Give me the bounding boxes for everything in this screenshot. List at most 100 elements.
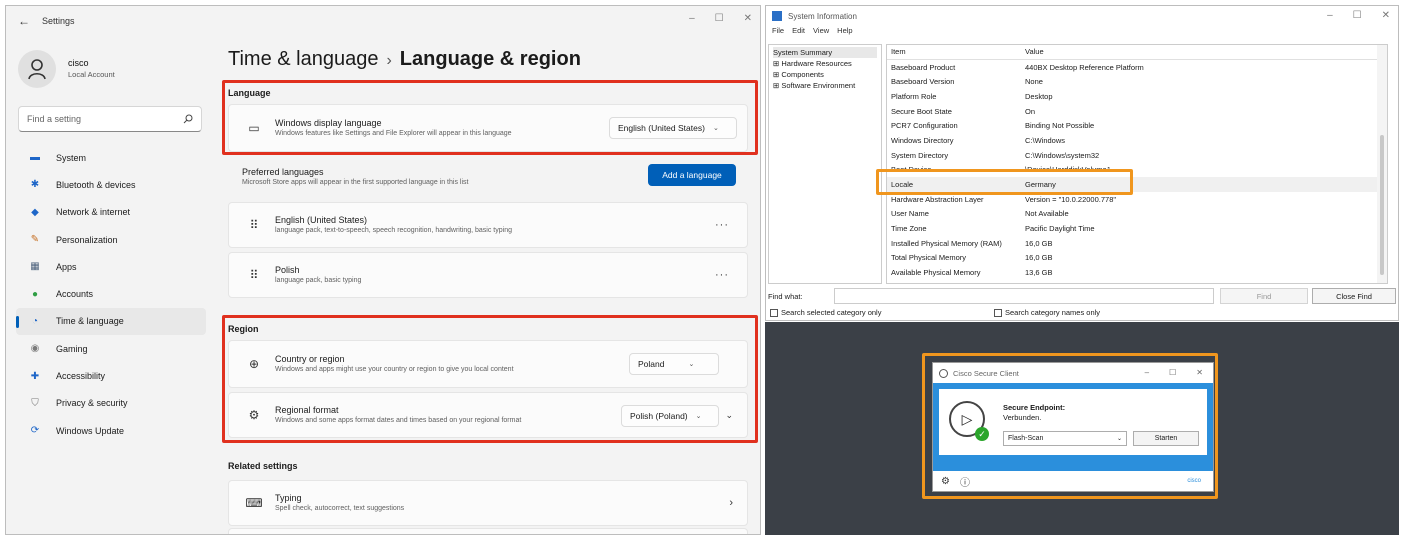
search-input[interactable]: Find a setting bbox=[18, 106, 202, 132]
language-item-polish[interactable]: ⠿ Polish language pack, basic typing ··· bbox=[228, 252, 748, 298]
sidebar-item-accounts[interactable]: ● Accounts bbox=[16, 280, 206, 307]
breadcrumb-parent[interactable]: Time & language bbox=[228, 48, 378, 70]
minimize-button[interactable]: – bbox=[689, 13, 695, 24]
breadcrumb-separator: › bbox=[386, 52, 392, 69]
more-options-icon[interactable]: ··· bbox=[715, 269, 729, 281]
table-row[interactable]: Total Physical Memory 16,0 GB bbox=[887, 251, 1387, 266]
minimize-button[interactable]: – bbox=[1327, 10, 1333, 21]
user-icon bbox=[28, 59, 46, 80]
maximize-button[interactable]: ☐ bbox=[1353, 10, 1362, 21]
table-row[interactable]: User Name Not Available bbox=[887, 207, 1387, 222]
cisco-footer: ⚙ ⓘ cisco bbox=[933, 471, 1213, 491]
nav-icon: ⛉ bbox=[31, 397, 39, 409]
sidebar-item-gaming[interactable]: ◉ Gaming bbox=[16, 335, 206, 362]
gear-icon[interactable]: ⚙ bbox=[941, 476, 950, 487]
find-what-input[interactable] bbox=[834, 288, 1214, 304]
sidebar-item-label: Apps bbox=[56, 261, 77, 272]
nav-icon: ▬ bbox=[30, 152, 40, 164]
settings-window: ← Settings – ☐ ✕ cisco Local Account Fin… bbox=[5, 5, 761, 535]
start-scan-button[interactable]: Starten bbox=[1133, 431, 1199, 446]
table-row[interactable]: PCR7 Configuration Binding Not Possible bbox=[887, 118, 1387, 133]
checkbox-box[interactable] bbox=[770, 308, 778, 317]
maximize-button[interactable]: ☐ bbox=[715, 13, 724, 24]
row-item: Total Physical Memory bbox=[891, 253, 967, 263]
highlight-locale-box bbox=[876, 169, 1133, 195]
sidebar-item-label: Bluetooth & devices bbox=[56, 179, 136, 190]
table-row[interactable]: Secure Boot State On bbox=[887, 104, 1387, 119]
sysinfo-scrollbar[interactable] bbox=[1377, 45, 1387, 283]
tree-item-components[interactable]: ⊞ Components bbox=[773, 69, 877, 80]
nav-icon: ● bbox=[31, 288, 39, 300]
nav-icon: ✚ bbox=[30, 370, 40, 382]
language-item-english[interactable]: ⠿ English (United States) language pack,… bbox=[228, 202, 748, 248]
connected-check-icon: ✓ bbox=[975, 427, 989, 441]
menu-file[interactable]: File bbox=[772, 26, 784, 40]
sidebar-item-accessibility[interactable]: ✚ Accessibility bbox=[16, 362, 206, 389]
typing-card[interactable]: ⌨ Typing Spell check, autocorrect, text … bbox=[228, 480, 748, 526]
row-value: On bbox=[1025, 106, 1036, 116]
column-value[interactable]: Value bbox=[1025, 47, 1387, 56]
cisco-app-icon bbox=[939, 368, 948, 378]
drag-handle-icon[interactable]: ⠿ bbox=[243, 268, 265, 282]
tree-item-system-summary[interactable]: System Summary bbox=[773, 47, 877, 58]
find-button[interactable]: Find bbox=[1220, 288, 1308, 304]
more-options-icon[interactable]: ··· bbox=[715, 219, 729, 231]
menu-edit[interactable]: Edit bbox=[792, 26, 805, 40]
menu-view[interactable]: View bbox=[813, 26, 829, 40]
close-button[interactable]: ✕ bbox=[1382, 10, 1390, 21]
add-language-button[interactable]: Add a language bbox=[648, 164, 736, 186]
sysinfo-table: Item Value Baseboard Product 440BX Deskto… bbox=[886, 44, 1388, 284]
user-profile[interactable]: cisco Local Account bbox=[18, 50, 115, 88]
cisco-title: Cisco Secure Client bbox=[953, 368, 1019, 378]
row-value: None bbox=[1025, 77, 1043, 87]
table-row[interactable]: Installed Physical Memory (RAM) 16,0 GB bbox=[887, 236, 1387, 251]
close-find-button[interactable]: Close Find bbox=[1312, 288, 1396, 304]
sidebar-item-privacy-security[interactable]: ⛉ Privacy & security bbox=[16, 390, 206, 417]
secure-endpoint-heading: Secure Endpoint: bbox=[1003, 403, 1066, 412]
scan-type-select[interactable]: Flash-Scan ⌄ bbox=[1003, 431, 1127, 446]
close-button[interactable]: ✕ bbox=[1196, 368, 1203, 377]
sysinfo-window-controls: – ☐ ✕ bbox=[1327, 10, 1390, 21]
preferred-languages-title: Preferred languages bbox=[242, 167, 324, 177]
info-icon[interactable]: ⓘ bbox=[960, 474, 970, 489]
back-arrow-icon[interactable]: ← bbox=[18, 14, 30, 28]
nav-icon: ✎ bbox=[30, 234, 40, 246]
page-title: Time & language › Language & region bbox=[228, 48, 581, 71]
nav-icon: ▦ bbox=[30, 261, 40, 273]
close-button[interactable]: ✕ bbox=[744, 13, 752, 24]
menu-help[interactable]: Help bbox=[837, 26, 852, 40]
table-row[interactable]: Baseboard Product 440BX Desktop Reference… bbox=[887, 60, 1387, 75]
sidebar-item-system[interactable]: ▬ System bbox=[16, 144, 206, 171]
sidebar-item-time-language[interactable]: ◔ Time & language bbox=[16, 307, 206, 336]
sidebar-item-network-internet[interactable]: ◆ Network & internet bbox=[16, 199, 206, 226]
scan-type-value: Flash-Scan bbox=[1008, 435, 1044, 442]
settings-window-controls: – ☐ ✕ bbox=[689, 13, 752, 24]
scrollbar-thumb[interactable] bbox=[1380, 135, 1384, 275]
sidebar-item-personalization[interactable]: ✎ Personalization bbox=[16, 226, 206, 253]
sidebar-item-bluetooth-devices[interactable]: ✱ Bluetooth & devices bbox=[16, 171, 206, 198]
search-category-names-checkbox[interactable]: Search category names only bbox=[994, 308, 1100, 317]
table-row[interactable]: Platform Role Desktop bbox=[887, 89, 1387, 104]
sidebar-item-label: Personalization bbox=[56, 234, 118, 245]
row-item: PCR7 Configuration bbox=[891, 121, 958, 131]
sidebar-item-apps[interactable]: ▦ Apps bbox=[16, 253, 206, 280]
secure-endpoint-status: Verbunden. bbox=[1003, 413, 1042, 422]
language-item-title: English (United States) bbox=[275, 215, 368, 225]
search-selected-category-checkbox[interactable]: Search selected category only bbox=[770, 308, 881, 317]
drag-handle-icon[interactable]: ⠿ bbox=[243, 218, 265, 232]
tree-item-software[interactable]: ⊞ Software Environment bbox=[773, 80, 877, 91]
tree-item-hardware[interactable]: ⊞ Hardware Resources bbox=[773, 58, 877, 69]
avatar bbox=[18, 50, 56, 88]
maximize-button[interactable]: ☐ bbox=[1169, 368, 1176, 377]
sysinfo-menubar: File Edit View Help bbox=[766, 26, 1398, 40]
checkbox-box[interactable] bbox=[994, 308, 1002, 317]
table-row[interactable]: System Directory C:\Windows\system32 bbox=[887, 148, 1387, 163]
sidebar-item-windows-update[interactable]: ⟳ Windows Update bbox=[16, 417, 206, 444]
profile-name: cisco bbox=[68, 58, 89, 68]
table-row[interactable]: Time Zone Pacific Daylight Time bbox=[887, 221, 1387, 236]
table-row[interactable]: Available Physical Memory 13,6 GB bbox=[887, 265, 1387, 280]
column-item[interactable]: Item bbox=[887, 47, 1025, 56]
minimize-button[interactable]: – bbox=[1145, 368, 1149, 377]
table-row[interactable]: Baseboard Version None bbox=[887, 74, 1387, 89]
table-row[interactable]: Windows Directory C:\Windows bbox=[887, 133, 1387, 148]
